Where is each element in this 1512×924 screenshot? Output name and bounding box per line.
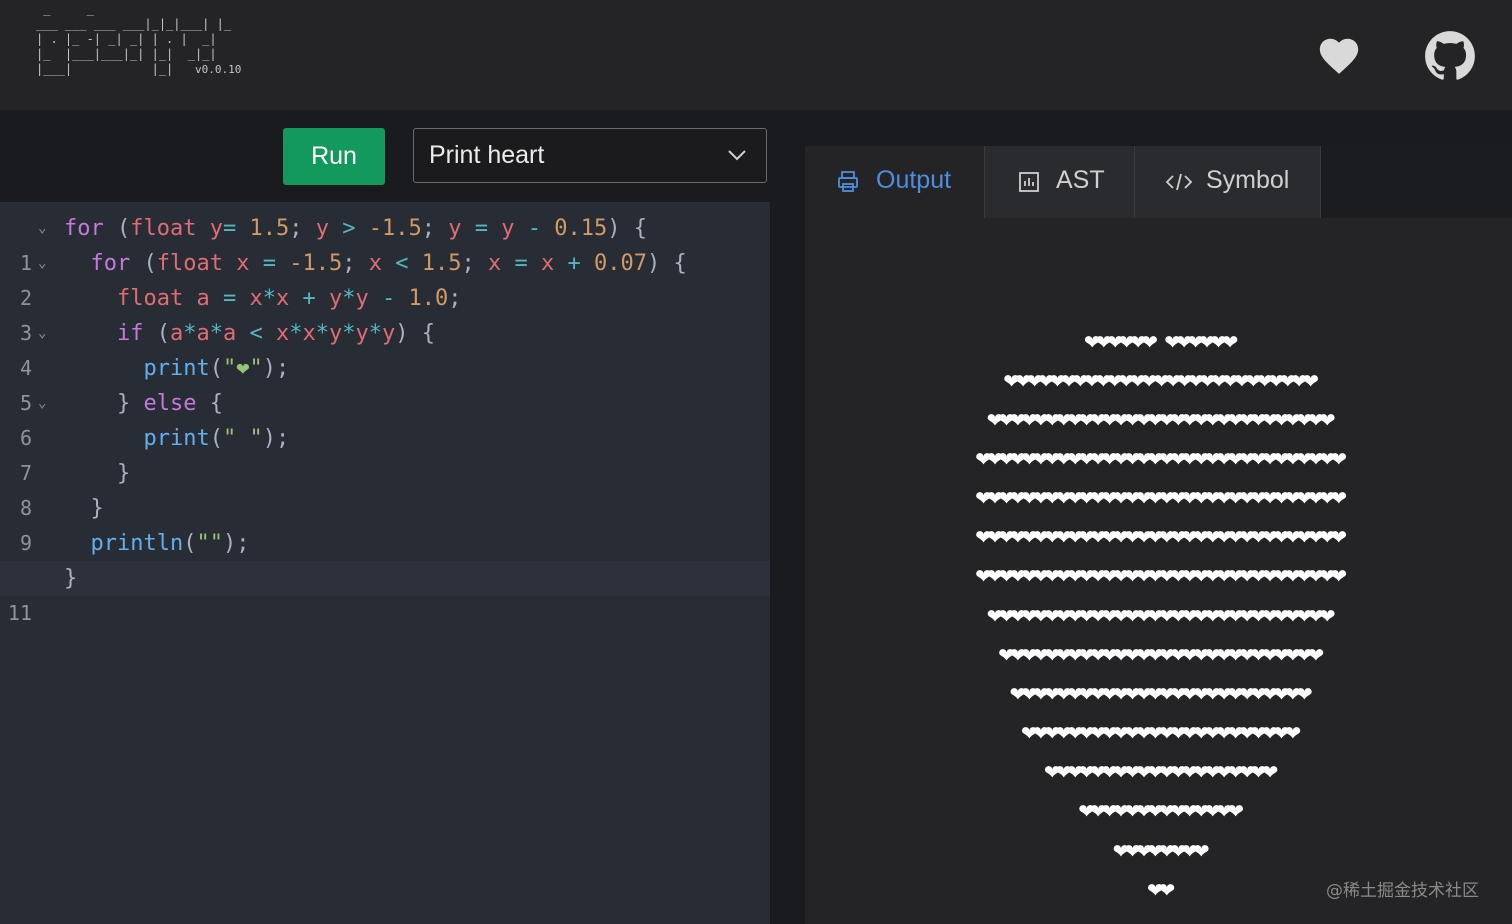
example-select[interactable]: Print heart: [413, 128, 767, 183]
output-line: ❤❤❤❤❤❤❤❤❤❤❤❤❤❤❤❤❤❤❤❤❤❤❤❤❤❤❤❤❤❤❤❤: [975, 486, 1347, 510]
code-text: } else {: [64, 391, 223, 416]
output-line: ❤❤❤❤❤❤❤❤❤❤❤❤❤❤❤❤❤❤❤❤❤❤❤❤❤❤❤❤❤❤: [986, 604, 1336, 628]
ascii-logo: _ _ ___ ___ ___ ___|_|_|___| |_ | . |_ -…: [36, 2, 241, 77]
tab-label: AST: [1056, 166, 1105, 194]
output-line: ❤❤❤❤❤❤❤❤❤❤❤❤❤❤❤❤❤❤❤❤❤❤❤❤❤❤❤❤❤❤: [986, 408, 1336, 432]
chevron-down-icon: [728, 150, 746, 161]
code-line[interactable]: 6 ⌄ } else {: [0, 386, 770, 450]
code-text: float a = x*x + y*y - 1.0;: [116, 286, 462, 311]
fold-chevron-icon[interactable]: ⌄: [38, 316, 46, 351]
output-line: ❤❤❤❤❤❤❤❤❤❤❤❤❤❤: [1078, 799, 1244, 823]
code-text: for (float x = -1.5; x < 1.5; x = x + 0.…: [90, 251, 687, 276]
code-line[interactable]: 10 println("");: [0, 526, 770, 590]
output-line: ❤❤❤❤❤❤❤❤❤❤❤❤❤ ❤❤❤❤❤❤❤❤❤❤❤❤❤❤: [1003, 369, 1319, 393]
code-text: print("❤");: [143, 356, 290, 381]
fold-chevron-icon[interactable]: ⌄: [38, 386, 46, 421]
output-line: ❤❤❤❤❤❤❤❤❤❤❤❤❤❤❤❤❤❤❤❤❤❤❤❤❤❤❤❤: [998, 643, 1324, 667]
tab-symbol[interactable]: Symbol: [1135, 146, 1321, 218]
panel-tabs: Output AST Symbol: [805, 146, 1512, 218]
code-text: }: [64, 461, 131, 486]
code-text: }: [64, 566, 78, 591]
fold-chevron-icon[interactable]: ⌄: [38, 246, 46, 281]
output-line: ❤❤❤❤❤❤❤❤❤❤❤❤❤❤❤❤❤❤❤❤❤❤❤❤❤❤❤❤❤❤❤❤: [975, 447, 1347, 471]
tab-output[interactable]: Output: [805, 146, 985, 218]
watermark: @稀土掘金技术社区: [1326, 881, 1479, 901]
code-line[interactable]: 9 }: [0, 491, 770, 555]
output-line: ❤❤❤❤❤❤❤❤❤❤❤❤❤❤❤❤❤❤❤❤❤❤❤❤: [1021, 721, 1301, 745]
printer-icon: [838, 171, 858, 192]
output-console: ❤❤❤❤❤❤ ❤❤❤❤❤❤ ❤❤❤❤❤❤❤❤❤❤❤❤❤ ❤❤❤❤❤❤❤❤❤❤❤❤…: [805, 218, 1512, 924]
editor-toolbar: Run Print heart: [0, 110, 770, 202]
code-line[interactable]: 5 print("❤");: [0, 351, 770, 415]
output-line: ❤❤❤❤❤❤❤❤❤❤❤❤❤❤❤❤❤❤❤❤: [1043, 760, 1278, 784]
fold-chevron-icon[interactable]: ⌄: [38, 211, 46, 246]
code-text: if (a*a*a < x*x*y*y*y) {: [116, 321, 435, 346]
heart-icon[interactable]: [1316, 33, 1362, 79]
output-panel: Output AST Symbol ❤❤❤❤❤❤ ❤❤❤❤❤❤ ❤❤❤❤❤❤❤❤…: [805, 146, 1512, 924]
version-label: v0.0.10: [194, 63, 242, 76]
output-line: ❤❤❤❤❤❤❤❤❤❤❤❤❤❤❤❤❤❤❤❤❤❤❤❤❤❤❤❤❤❤❤❤: [975, 564, 1347, 588]
run-button[interactable]: Run: [283, 128, 385, 185]
code-line[interactable]: 2 ⌄ for (float x = -1.5; x < 1.5; x = x +…: [0, 246, 770, 310]
example-select-value: Print heart: [429, 141, 545, 169]
tab-ast[interactable]: AST: [985, 146, 1135, 218]
output-line: ❤❤❤❤❤❤❤❤: [1112, 839, 1210, 863]
code-line[interactable]: 3 float a = x*x + y*y - 1.0;: [0, 281, 770, 345]
code-line[interactable]: 4 ⌄ if (a*a*a < x*x*y*y*y) {: [0, 316, 770, 380]
code-icon: [1165, 173, 1193, 191]
output-line: ❤❤❤❤❤❤❤❤❤❤❤❤❤❤❤❤❤❤❤❤❤❤❤❤❤❤: [1009, 682, 1313, 706]
output-line: ❤❤❤❤❤❤❤❤❤❤❤❤❤❤❤❤❤❤❤❤❤❤❤❤❤❤❤❤❤❤❤❤: [975, 525, 1347, 549]
app-header: _ _ ___ ___ ___ ___|_|_|___| |_ | . |_ -…: [0, 0, 1512, 110]
tab-label: Symbol: [1206, 166, 1290, 194]
chart-icon: [1019, 172, 1039, 192]
code-line[interactable]: 8 }: [0, 456, 770, 520]
code-line-active[interactable]: 11}: [0, 561, 770, 625]
code-text: println("");: [90, 531, 250, 556]
tab-label: Output: [876, 166, 952, 194]
code-text: print(" ");: [143, 426, 290, 451]
code-text: }: [64, 496, 104, 521]
code-editor[interactable]: 1 ⌄ for (float y= 1.5; y > -1.5; y = y - 0…: [0, 202, 770, 924]
code-text: for (float y= 1.5; y > -1.5; y = y - 0.1…: [64, 216, 647, 241]
line-number: 11: [7, 601, 32, 625]
code-line[interactable]: 7 print(" ");: [0, 421, 770, 485]
github-icon[interactable]: [1424, 30, 1476, 82]
code-line[interactable]: 1 ⌄ for (float y= 1.5; y > -1.5; y = y - 0…: [0, 211, 770, 275]
output-line: ❤❤❤❤❤❤ ❤❤❤❤❤❤: [1083, 330, 1238, 354]
